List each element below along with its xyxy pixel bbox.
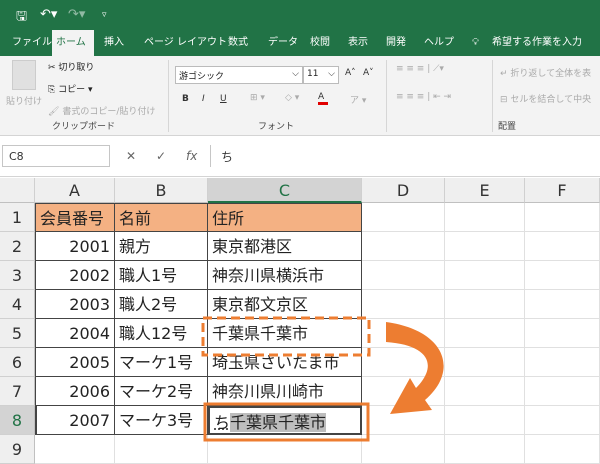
target-highlight xyxy=(203,402,370,442)
source-highlight-dashed xyxy=(201,316,371,357)
curved-arrow-icon xyxy=(386,322,444,414)
annotation-layer xyxy=(201,316,444,442)
